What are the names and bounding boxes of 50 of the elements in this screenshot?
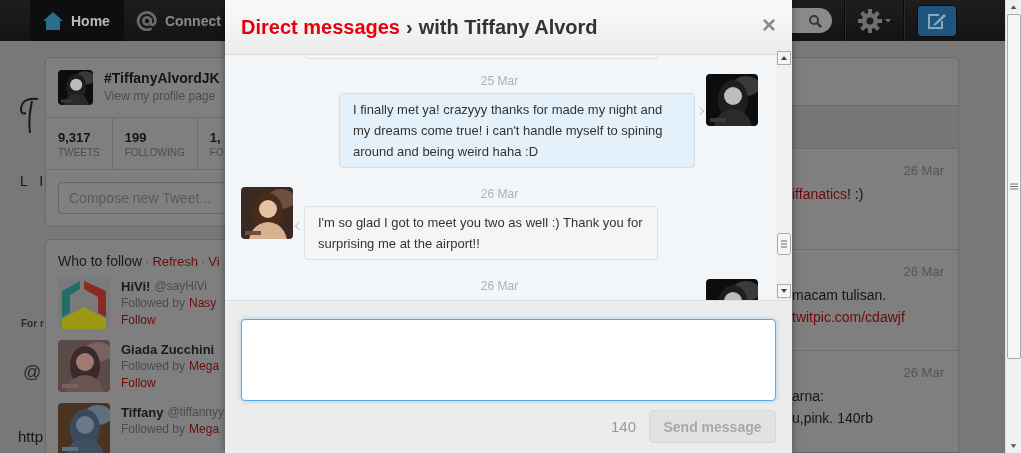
tweet-text: macam tulisan. [792,287,887,303]
profile-name: #TiffanyAlvordJK [104,70,220,86]
page-text: http [18,428,44,446]
nav-tab[interactable]: Connect [123,0,225,41]
follow-link[interactable]: Follow [121,312,217,329]
separator: · [200,254,206,269]
follower-link[interactable]: Mega [189,358,220,375]
tweet-link[interactable]: iffanatics [792,186,847,202]
page-scrollbar[interactable] [1005,0,1021,453]
message-bubble: I'm so glad I got to meet you two as well :) Thank you for surprising me at the airport!! [304,206,658,260]
at-sign-icon [135,10,158,31]
scroll-up-icon[interactable] [777,51,791,65]
tweet-text: arna: [792,388,824,404]
tweet-link[interactable]: twitpic.com/cdawjf [792,309,905,325]
pen-square-icon [927,11,947,30]
house-icon [42,10,64,31]
character-counter: 140 [610,418,636,435]
scroll-down-icon[interactable] [777,284,791,298]
scroll-thumb[interactable] [1006,14,1021,359]
message-field[interactable] [241,319,776,401]
link[interactable]: Refresh [152,254,198,269]
section-title: Who to follow [58,253,143,269]
separator: · [145,254,150,269]
grip-icon [1009,183,1018,190]
page-text: L I [19,173,48,189]
user-name[interactable]: HiVi! [121,278,151,295]
message-date: 26 Mar [480,187,519,201]
link[interactable]: Vi [208,254,220,269]
dialog-title: Direct messages [241,15,400,39]
message-date: 25 Mar [480,74,519,88]
dialog-subtitle: with Tiffany Alvord [418,15,598,39]
follow-link[interactable]: Follow [121,375,220,392]
scroll-thumb[interactable] [777,233,791,255]
page-text: @ [22,362,42,382]
search-icon [808,13,822,28]
message-bubble: I finally met ya! crazyyy thanks for made my night and my dreams come true! i can't handle myself to spining around and being weird haha :D [339,93,695,168]
caret-icon [885,18,891,23]
user-name[interactable]: Tiffany [121,404,164,421]
page-text: For r [20,317,44,331]
nav-tab[interactable]: Home [30,0,124,41]
tweet-text: u,pink. 140rb [792,410,873,426]
compose-button[interactable] [917,4,957,37]
breadcrumb-separator: › [406,15,413,39]
close-button[interactable]: × [762,13,776,41]
follower-link[interactable]: Mega [189,421,220,438]
tweet-text: ! :) [847,186,864,202]
message-date: 26 Mar [480,279,519,293]
search-field[interactable] [792,8,832,33]
follower-link[interactable]: Nasy [189,295,217,312]
user-name[interactable]: Giada Zucchini [121,341,215,358]
